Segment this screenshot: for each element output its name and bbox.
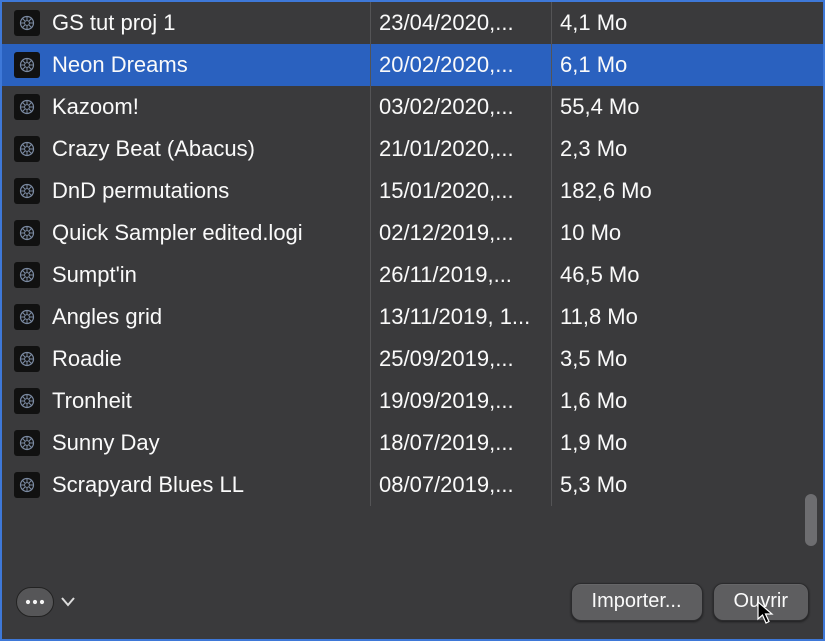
open-file-dialog: GS tut proj 123/04/2020,...4,1 MoNeon Dr… xyxy=(0,0,825,641)
file-list[interactable]: GS tut proj 123/04/2020,...4,1 MoNeon Dr… xyxy=(2,2,823,569)
file-date: 03/02/2020,... xyxy=(371,94,551,120)
chevron-down-icon xyxy=(61,597,75,607)
file-size: 55,4 Mo xyxy=(552,94,823,120)
file-icon-cell xyxy=(2,262,52,288)
file-icon-cell xyxy=(2,220,52,246)
file-name: Roadie xyxy=(52,346,370,372)
project-file-icon xyxy=(14,472,40,498)
file-date: 23/04/2020,... xyxy=(371,10,551,36)
file-date: 18/07/2019,... xyxy=(371,430,551,456)
table-row[interactable]: Crazy Beat (Abacus)21/01/2020,...2,3 Mo xyxy=(2,128,823,170)
import-button-label: Importer... xyxy=(592,590,682,613)
file-name: Sumpt'in xyxy=(52,262,370,288)
file-size: 182,6 Mo xyxy=(552,178,823,204)
project-file-icon xyxy=(14,304,40,330)
file-size: 2,3 Mo xyxy=(552,136,823,162)
table-row[interactable]: DnD permutations15/01/2020,...182,6 Mo xyxy=(2,170,823,212)
file-icon-cell xyxy=(2,178,52,204)
file-size: 5,3 Mo xyxy=(552,472,823,498)
file-name: Sunny Day xyxy=(52,430,370,456)
file-name: Crazy Beat (Abacus) xyxy=(52,136,370,162)
file-date: 15/01/2020,... xyxy=(371,178,551,204)
file-size: 6,1 Mo xyxy=(552,52,823,78)
file-size: 1,6 Mo xyxy=(552,388,823,414)
file-date: 13/11/2019, 1... xyxy=(371,304,551,330)
scrollbar-thumb[interactable] xyxy=(805,494,817,546)
file-icon-cell xyxy=(2,346,52,372)
project-file-icon xyxy=(14,94,40,120)
file-date: 26/11/2019,... xyxy=(371,262,551,288)
file-name: Quick Sampler edited.logi xyxy=(52,220,370,246)
table-row[interactable]: Tronheit19/09/2019,...1,6 Mo xyxy=(2,380,823,422)
file-name: Scrapyard Blues LL xyxy=(52,472,370,498)
file-date: 02/12/2019,... xyxy=(371,220,551,246)
options-menu-group xyxy=(16,587,80,617)
project-file-icon xyxy=(14,136,40,162)
file-icon-cell xyxy=(2,430,52,456)
file-icon-cell xyxy=(2,388,52,414)
table-row[interactable]: Roadie25/09/2019,...3,5 Mo xyxy=(2,338,823,380)
file-size: 1,9 Mo xyxy=(552,430,823,456)
file-name: Neon Dreams xyxy=(52,52,370,78)
project-file-icon xyxy=(14,430,40,456)
file-icon-cell xyxy=(2,472,52,498)
table-row[interactable]: Scrapyard Blues LL08/07/2019,...5,3 Mo xyxy=(2,464,823,506)
table-row[interactable]: GS tut proj 123/04/2020,...4,1 Mo xyxy=(2,2,823,44)
project-file-icon xyxy=(14,10,40,36)
file-icon-cell xyxy=(2,94,52,120)
file-date: 08/07/2019,... xyxy=(371,472,551,498)
project-file-icon xyxy=(14,388,40,414)
table-row[interactable]: Sumpt'in26/11/2019,...46,5 Mo xyxy=(2,254,823,296)
table-row[interactable]: Neon Dreams20/02/2020,...6,1 Mo xyxy=(2,44,823,86)
file-name: Angles grid xyxy=(52,304,370,330)
project-file-icon xyxy=(14,178,40,204)
ellipsis-icon xyxy=(25,599,45,605)
project-file-icon xyxy=(14,346,40,372)
project-file-icon xyxy=(14,262,40,288)
dialog-footer: Importer... Ouvrir xyxy=(2,569,823,639)
file-icon-cell xyxy=(2,136,52,162)
file-size: 46,5 Mo xyxy=(552,262,823,288)
file-name: DnD permutations xyxy=(52,178,370,204)
scrollbar-track[interactable] xyxy=(803,4,819,564)
file-date: 20/02/2020,... xyxy=(371,52,551,78)
table-row[interactable]: Kazoom!03/02/2020,...55,4 Mo xyxy=(2,86,823,128)
options-menu-chevron[interactable] xyxy=(56,587,80,617)
file-name: GS tut proj 1 xyxy=(52,10,370,36)
file-date: 19/09/2019,... xyxy=(371,388,551,414)
file-size: 10 Mo xyxy=(552,220,823,246)
file-date: 25/09/2019,... xyxy=(371,346,551,372)
open-button-label: Ouvrir xyxy=(734,590,788,613)
open-button[interactable]: Ouvrir xyxy=(713,583,809,621)
options-menu-button[interactable] xyxy=(16,587,54,617)
file-size: 4,1 Mo xyxy=(552,10,823,36)
table-row[interactable]: Angles grid13/11/2019, 1...11,8 Mo xyxy=(2,296,823,338)
file-size: 11,8 Mo xyxy=(552,304,823,330)
project-file-icon xyxy=(14,220,40,246)
file-name: Tronheit xyxy=(52,388,370,414)
table-row[interactable]: Sunny Day18/07/2019,...1,9 Mo xyxy=(2,422,823,464)
file-icon-cell xyxy=(2,52,52,78)
file-icon-cell xyxy=(2,304,52,330)
table-row[interactable]: Quick Sampler edited.logi02/12/2019,...1… xyxy=(2,212,823,254)
file-icon-cell xyxy=(2,10,52,36)
file-date: 21/01/2020,... xyxy=(371,136,551,162)
file-size: 3,5 Mo xyxy=(552,346,823,372)
project-file-icon xyxy=(14,52,40,78)
import-button[interactable]: Importer... xyxy=(571,583,703,621)
file-name: Kazoom! xyxy=(52,94,370,120)
